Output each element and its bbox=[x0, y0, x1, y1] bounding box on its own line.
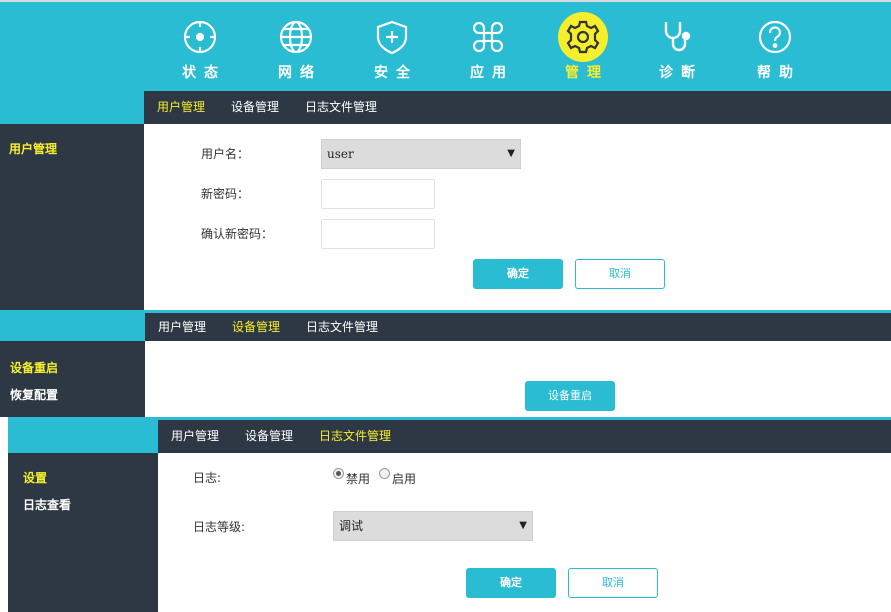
username-select[interactable]: user ▼ bbox=[321, 139, 521, 169]
content-area: 日志: 禁用 启用 日志等级: 调试 ▼ 确定 取消 bbox=[158, 453, 891, 612]
ok-button[interactable]: 确定 bbox=[466, 568, 556, 598]
nav-status[interactable]: 状态 bbox=[155, 2, 245, 91]
nav-label: 状态 bbox=[182, 65, 226, 81]
nav-label: 应用 bbox=[470, 65, 514, 81]
tab-device-management[interactable]: 设备管理 bbox=[245, 420, 293, 453]
nav-label: 安全 bbox=[374, 65, 418, 81]
sidebar-item-restore-config[interactable]: 恢复配置 bbox=[10, 386, 58, 403]
username-value: user bbox=[327, 147, 354, 161]
tab-bar: 用户管理 设备管理 日志文件管理 bbox=[144, 91, 891, 124]
nav-management[interactable]: 管理 bbox=[538, 2, 628, 91]
cancel-button[interactable]: 取消 bbox=[575, 259, 665, 289]
tab-log-file-management[interactable]: 日志文件管理 bbox=[306, 313, 378, 341]
tab-bar: 用户管理 设备管理 日志文件管理 bbox=[145, 313, 891, 341]
nav-label: 诊断 bbox=[659, 65, 703, 81]
nav-label: 帮助 bbox=[757, 65, 801, 81]
new-password-input[interactable] bbox=[321, 179, 435, 209]
log-enable-label: 启用 bbox=[392, 472, 417, 486]
cancel-button[interactable]: 取消 bbox=[568, 568, 658, 598]
app-root: 状态 网络 安全 应用 管理 诊断 帮助 用户管理 用户管理 设备管理 日志文件… bbox=[0, 0, 891, 612]
sidebar-cap bbox=[0, 91, 144, 124]
tab-user-management[interactable]: 用户管理 bbox=[158, 313, 206, 341]
status-icon bbox=[175, 12, 225, 62]
nav-diagnostics[interactable]: 诊断 bbox=[632, 2, 722, 91]
log-level-value: 调试 bbox=[339, 519, 364, 533]
sidebar-cap bbox=[8, 420, 158, 453]
log-disable-radio[interactable] bbox=[333, 468, 344, 479]
confirm-password-label: 确认新密码： bbox=[201, 227, 274, 241]
globe-icon bbox=[271, 12, 321, 62]
tab-user-management[interactable]: 用户管理 bbox=[157, 91, 205, 124]
user-management-panel: 用户管理 用户管理 设备管理 日志文件管理 用户名： user ▼ 新密码： 确… bbox=[0, 91, 891, 310]
chevron-down-icon: ▼ bbox=[519, 520, 527, 531]
nav-help[interactable]: 帮助 bbox=[730, 2, 820, 91]
nav-network[interactable]: 网络 bbox=[251, 2, 341, 91]
new-password-label: 新密码： bbox=[201, 187, 250, 201]
tab-user-management[interactable]: 用户管理 bbox=[171, 420, 219, 453]
content-area: 设备重启 bbox=[145, 341, 891, 417]
chevron-down-icon: ▼ bbox=[507, 148, 515, 159]
stethoscope-icon bbox=[652, 12, 702, 62]
tab-bar: 用户管理 设备管理 日志文件管理 bbox=[158, 420, 891, 453]
confirm-password-input[interactable] bbox=[321, 219, 435, 249]
help-icon bbox=[750, 12, 800, 62]
nav-apps[interactable]: 应用 bbox=[443, 2, 533, 91]
tab-log-file-management[interactable]: 日志文件管理 bbox=[305, 91, 377, 124]
sidebar-item-user-management[interactable]: 用户管理 bbox=[9, 140, 57, 157]
log-disable-label: 禁用 bbox=[346, 472, 371, 486]
top-navigation: 状态 网络 安全 应用 管理 诊断 帮助 bbox=[0, 0, 891, 91]
sidebar-cap bbox=[0, 313, 145, 341]
log-level-label: 日志等级: bbox=[193, 520, 246, 534]
apps-icon bbox=[463, 12, 513, 62]
sidebar: 设备重启 恢复配置 bbox=[0, 313, 145, 417]
sidebar: 用户管理 bbox=[0, 91, 144, 310]
nav-security[interactable]: 安全 bbox=[347, 2, 437, 91]
log-enable-radio[interactable] bbox=[379, 468, 390, 479]
tab-log-file-management[interactable]: 日志文件管理 bbox=[319, 420, 391, 453]
ok-button[interactable]: 确定 bbox=[473, 259, 563, 289]
sidebar-item-settings[interactable]: 设置 bbox=[23, 469, 47, 486]
sidebar-item-reboot[interactable]: 设备重启 bbox=[10, 359, 58, 376]
nav-label: 网络 bbox=[278, 65, 322, 81]
tab-device-management[interactable]: 设备管理 bbox=[232, 313, 280, 341]
device-management-panel: 设备重启 恢复配置 用户管理 设备管理 日志文件管理 设备重启 bbox=[0, 310, 891, 417]
sidebar-item-log-view[interactable]: 日志查看 bbox=[23, 496, 71, 513]
username-label: 用户名： bbox=[201, 147, 250, 161]
content-area: 用户名： user ▼ 新密码： 确认新密码： 确定 取消 bbox=[144, 124, 891, 310]
log-management-panel: 设置 日志查看 用户管理 设备管理 日志文件管理 日志: 禁用 启用 日志等级:… bbox=[8, 417, 891, 612]
nav-label: 管理 bbox=[565, 65, 609, 81]
shield-icon bbox=[367, 12, 417, 62]
log-level-select[interactable]: 调试 ▼ bbox=[333, 511, 533, 541]
sidebar: 设置 日志查看 bbox=[8, 420, 158, 612]
log-label: 日志: bbox=[193, 471, 222, 485]
gear-icon bbox=[558, 12, 608, 62]
tab-device-management[interactable]: 设备管理 bbox=[231, 91, 279, 124]
reboot-button[interactable]: 设备重启 bbox=[525, 381, 615, 411]
